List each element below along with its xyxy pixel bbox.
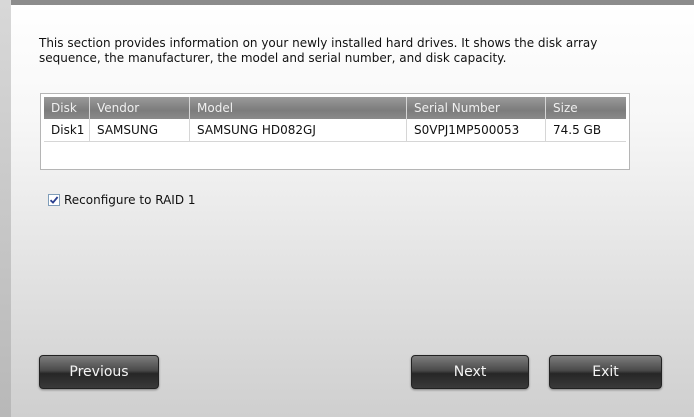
table-row: Disk1 SAMSUNG SAMSUNG HD082GJ S0VPJ1MP50… xyxy=(44,119,626,142)
column-header-serial-number: Serial Number xyxy=(407,97,546,119)
intro-line-2: sequence, the manufacturer, the model an… xyxy=(39,51,507,65)
column-header-size: Size xyxy=(553,101,578,115)
disk-info-table: Disk Vendor Model Serial Number Size Dis… xyxy=(40,93,630,170)
exit-button[interactable]: Exit xyxy=(549,355,662,389)
intro-text: This section provides information on you… xyxy=(39,36,659,66)
checkmark-icon xyxy=(49,196,59,204)
cell-serial-number: S0VPJ1MP500053 xyxy=(407,119,546,141)
cell-size: 74.5 GB xyxy=(553,123,602,137)
reconfigure-raid-option[interactable]: Reconfigure to RAID 1 xyxy=(48,192,196,208)
top-frame-line xyxy=(11,0,694,5)
reconfigure-raid-checkbox[interactable] xyxy=(48,194,60,206)
cell-disk: Disk1 xyxy=(44,119,90,141)
left-frame-bar xyxy=(0,0,11,417)
column-header-disk: Disk xyxy=(44,97,90,119)
next-button[interactable]: Next xyxy=(411,355,529,389)
column-header-vendor: Vendor xyxy=(90,97,190,119)
table-header-row: Disk Vendor Model Serial Number Size xyxy=(44,97,626,119)
intro-line-1: This section provides information on you… xyxy=(39,36,598,50)
cell-model: SAMSUNG HD082GJ xyxy=(190,119,407,141)
column-header-model: Model xyxy=(190,97,407,119)
reconfigure-raid-label: Reconfigure to RAID 1 xyxy=(64,193,196,207)
cell-vendor: SAMSUNG xyxy=(90,119,190,141)
previous-button[interactable]: Previous xyxy=(39,355,159,389)
